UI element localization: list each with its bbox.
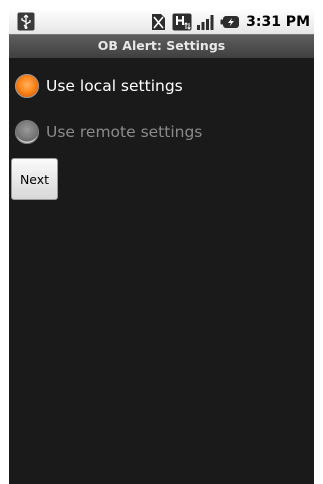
title-bar: OB Alert: Settings: [9, 34, 314, 58]
no-sim-icon: [152, 13, 166, 30]
usb-icon: [17, 12, 35, 31]
radio-label-remote: Use remote settings: [46, 123, 203, 141]
status-bar: 3:31 PM: [9, 9, 314, 34]
radio-use-remote-settings[interactable]: Use remote settings: [15, 117, 202, 147]
radio-unchecked-icon[interactable]: [15, 120, 39, 144]
app-screen: 3:31 PM OB Alert: Settings Use local set…: [9, 9, 314, 484]
battery-charging-icon: [220, 15, 240, 28]
radio-checked-icon[interactable]: [15, 74, 39, 98]
signal-icon: [197, 14, 214, 30]
radio-label-local: Use local settings: [46, 77, 183, 95]
radio-use-local-settings[interactable]: Use local settings: [15, 71, 183, 101]
h-data-icon: [172, 13, 192, 30]
status-icons: 3:31 PM: [148, 9, 310, 34]
next-button[interactable]: Next: [11, 158, 58, 200]
page-title: OB Alert: Settings: [97, 38, 226, 53]
status-time: 3:31 PM: [246, 13, 310, 30]
